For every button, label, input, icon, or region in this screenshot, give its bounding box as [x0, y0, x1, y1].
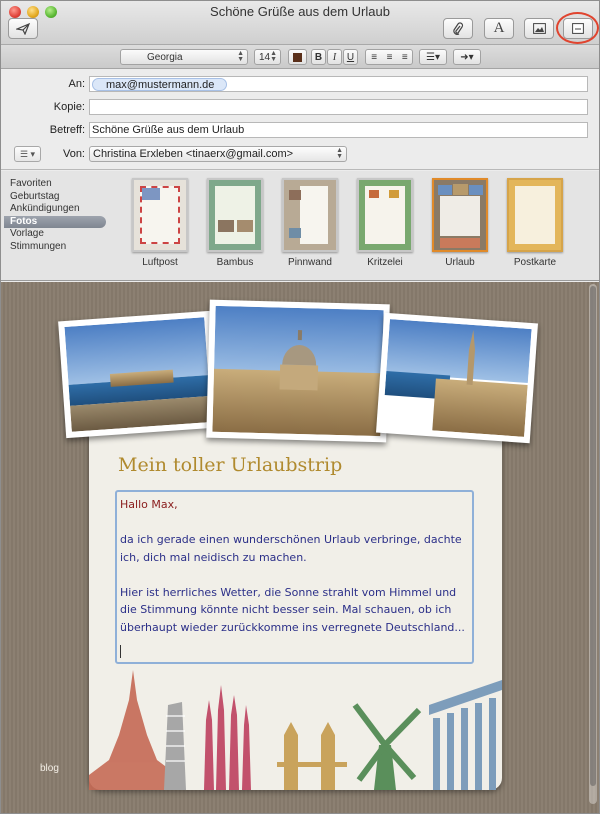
template-label-urlaub: Urlaub: [445, 257, 475, 268]
scrollbar-thumb[interactable]: [590, 286, 596, 786]
thumb-photo: [389, 190, 399, 198]
font-size-value: 14: [259, 51, 271, 63]
recipient-token[interactable]: max@mustermann.de: [92, 77, 228, 91]
stationery-card: Mein toller Urlaubstrip Hallo Max, da ic…: [89, 420, 502, 790]
category-geburtstag[interactable]: Geburtstag: [4, 191, 106, 204]
cc-field[interactable]: [89, 99, 588, 115]
subject-field[interactable]: Schöne Grüße aus dem Urlaub: [89, 122, 588, 138]
template-label-postkarte: Postkarte: [513, 257, 557, 268]
vacation-photo-2[interactable]: [206, 299, 390, 443]
thumb-photo: [438, 185, 452, 195]
template-label-luftpost: Luftpost: [142, 257, 178, 268]
photo-browser-icon: [532, 23, 546, 34]
text-color-button[interactable]: [288, 49, 307, 65]
greeting-text: Hallo Max,: [120, 498, 178, 511]
stationery-panel: Favoriten Geburtstag Ankündigungen Fotos…: [1, 171, 599, 281]
stationery-categories: Favoriten Geburtstag Ankündigungen Fotos…: [4, 178, 106, 253]
thumb-photo: [289, 190, 301, 200]
template-preview: [215, 186, 255, 244]
from-select[interactable]: Christina Erxleben <tinaerx@gmail.com> ▲…: [89, 146, 347, 162]
bold-button[interactable]: B: [311, 49, 326, 65]
template-thumb-kritzelei[interactable]: [357, 178, 413, 252]
from-label: Von:: [62, 148, 85, 160]
indent-arrow-icon: ➜▾: [460, 51, 474, 63]
message-canvas: Mein toller Urlaubstrip Hallo Max, da ic…: [1, 282, 599, 813]
stationery-highlight-circle: [556, 12, 599, 44]
category-ankuendigungen[interactable]: Ankündigungen: [4, 203, 106, 216]
updown-arrows-icon: ▲ ▼: [270, 50, 277, 63]
landmarks-skyline-illustration: [89, 670, 502, 790]
text-caret: [120, 645, 121, 658]
font-family-select[interactable]: Georgia ▲ ▼: [120, 49, 248, 65]
from-value: Christina Erxleben <tinaerx@gmail.com>: [93, 148, 294, 160]
thumb-skyline: [440, 238, 480, 248]
header-fields: An: max@mustermann.de Kopie: Betreff: Sc…: [1, 70, 599, 170]
template-thumb-bambus[interactable]: [207, 178, 263, 252]
paper-plane-icon: [16, 22, 30, 35]
thumb-photo: [142, 188, 160, 200]
photo-valletta-coast: [64, 317, 212, 432]
format-bar: Georgia ▲ ▼ 14 ▲ ▼ B I U ≡ ≡ ≡ ☰▾ ➜▾: [1, 45, 599, 69]
template-thumb-luftpost[interactable]: [132, 178, 188, 252]
thumb-photo: [218, 220, 234, 232]
font-icon: A: [493, 20, 505, 36]
to-field[interactable]: max@mustermann.de: [89, 76, 588, 92]
underline-button[interactable]: U: [343, 49, 358, 65]
photo-browser-button[interactable]: [524, 18, 554, 39]
photo-dome: [279, 329, 319, 391]
thumb-photo: [289, 228, 301, 238]
paragraph-2: Hier ist herrliches Wetter, die Sonne st…: [120, 585, 465, 634]
alignment-buttons[interactable]: ≡ ≡ ≡: [365, 49, 413, 65]
thumb-photo: [453, 184, 468, 195]
attach-button[interactable]: [443, 18, 473, 39]
indent-button[interactable]: ➜▾: [453, 49, 481, 65]
category-vorlage[interactable]: Vorlage: [4, 228, 106, 241]
blog-watermark: blog: [40, 763, 59, 774]
vacation-photo-1[interactable]: [58, 310, 218, 439]
thumb-photo: [369, 190, 379, 198]
paragraph-1: da ich gerade einen wunderschönen Urlaub…: [120, 533, 462, 564]
template-thumb-postkarte[interactable]: [507, 178, 563, 252]
updown-arrows-icon: ▲ ▼: [336, 147, 343, 160]
mail-compose-window: Schöne Grüße aus dem Urlaub A Georgia ▲ ▼ …: [0, 0, 600, 814]
template-label-bambus: Bambus: [216, 257, 254, 268]
thumb-photo: [237, 220, 253, 232]
fonts-button[interactable]: A: [484, 18, 514, 39]
color-swatch: [293, 52, 302, 62]
italic-button[interactable]: I: [327, 49, 342, 65]
align-left-icon[interactable]: ≡: [371, 52, 377, 63]
vacation-photo-3[interactable]: [376, 312, 538, 444]
template-thumb-urlaub[interactable]: [432, 178, 488, 252]
photo-dome-city: [212, 305, 384, 437]
category-favoriten[interactable]: Favoriten: [4, 178, 106, 191]
vertical-scrollbar[interactable]: [589, 284, 597, 804]
title-bar: Schöne Grüße aus dem Urlaub A: [1, 1, 599, 45]
cc-label: Kopie:: [53, 101, 85, 113]
to-label: An:: [68, 78, 85, 90]
template-preview: [300, 186, 328, 244]
paperclip-icon: [453, 21, 464, 35]
message-body-editor[interactable]: Hallo Max, da ich gerade einen wundersch…: [115, 490, 474, 664]
template-preview: [440, 196, 480, 236]
align-right-icon[interactable]: ≡: [402, 52, 408, 63]
photo-church-coast: [382, 319, 532, 437]
window-title: Schöne Grüße aus dem Urlaub: [210, 4, 390, 19]
category-stimmungen[interactable]: Stimmungen: [4, 241, 106, 254]
template-preview: [515, 186, 555, 244]
list-icon: ☰▾: [426, 51, 440, 63]
updown-arrows-icon: ▲ ▼: [237, 50, 244, 63]
template-label-pinnwand: Pinnwand: [288, 257, 332, 268]
message-heading[interactable]: Mein toller Urlaubstrip: [118, 454, 342, 476]
template-label-kritzelei: Kritzelei: [367, 257, 403, 268]
send-button[interactable]: [8, 18, 38, 39]
thumb-photo: [469, 185, 483, 195]
photo-town: [431, 378, 528, 437]
align-center-icon[interactable]: ≡: [387, 52, 393, 63]
font-size-select[interactable]: 14 ▲ ▼: [254, 49, 281, 65]
template-thumb-pinnwand[interactable]: [282, 178, 338, 252]
font-family-value: Georgia: [147, 51, 183, 63]
category-fotos[interactable]: Fotos: [4, 215, 106, 228]
subject-label: Betreff:: [49, 124, 85, 136]
list-button[interactable]: ☰▾: [419, 49, 447, 65]
